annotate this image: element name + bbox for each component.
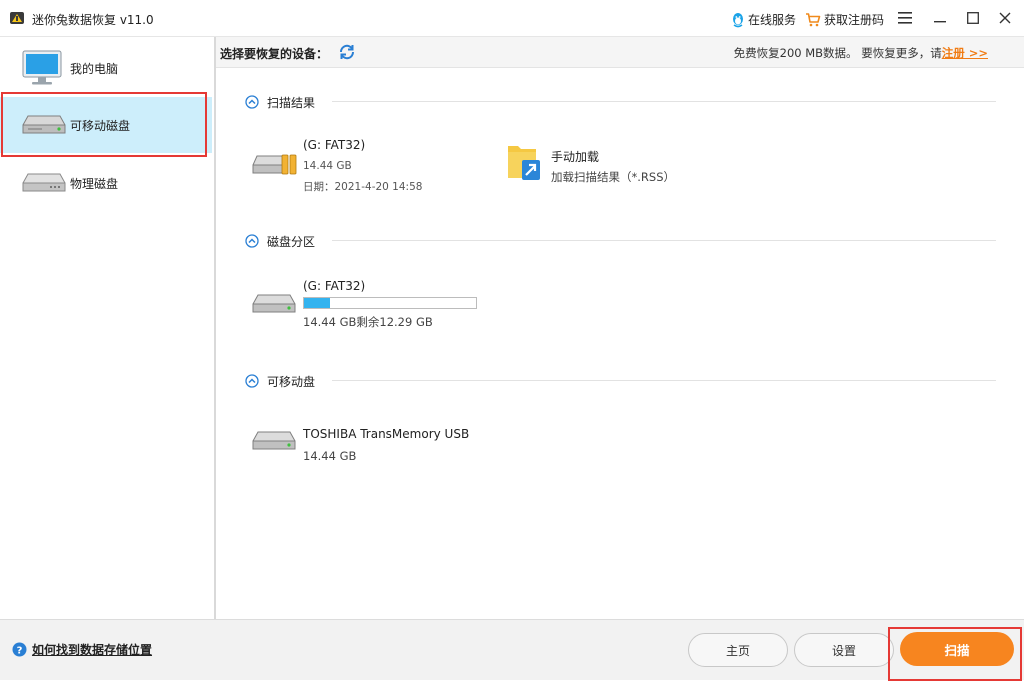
section-removable-header[interactable]: 可移动盘 bbox=[245, 373, 315, 389]
hamburger-icon bbox=[898, 12, 912, 24]
section-title: 扫描结果 bbox=[267, 95, 316, 110]
physical-disk-icon bbox=[22, 173, 66, 192]
manual-load-subtitle: 加载扫描结果（*.RSS） bbox=[551, 170, 675, 184]
svg-text:?: ? bbox=[17, 645, 23, 656]
help-link[interactable]: ? 如何找到数据存储位置 bbox=[12, 641, 152, 658]
title-bar: 迷你兔数据恢复 v11.0 在线服务 获取注册码 bbox=[0, 0, 1024, 37]
usb-device-size: 14.44 GB bbox=[303, 449, 357, 463]
online-service-link[interactable]: 在线服务 bbox=[731, 11, 796, 28]
app-logo-icon bbox=[10, 12, 24, 24]
settings-button[interactable]: 设置 bbox=[794, 633, 894, 667]
get-code-label: 获取注册码 bbox=[824, 13, 885, 27]
scan-result-name[interactable]: (G: FAT32) bbox=[303, 138, 365, 152]
manual-load-title[interactable]: 手动加载 bbox=[551, 148, 599, 165]
bottom-bar: ? 如何找到数据存储位置 主页 设置 扫描 bbox=[0, 619, 1024, 681]
maximize-button[interactable] bbox=[963, 8, 983, 28]
sidebar-item-label: 我的电脑 bbox=[70, 61, 119, 76]
register-link[interactable]: 注册 >> bbox=[942, 46, 988, 60]
partition-drive-icon[interactable] bbox=[252, 292, 296, 316]
get-code-link[interactable]: 获取注册码 bbox=[805, 11, 884, 28]
section-divider bbox=[332, 240, 996, 241]
device-toolbar: 选择要恢复的设备： 免费恢复200 MB数据。 要恢复更多，请注册 >> bbox=[216, 37, 1024, 68]
sidebar-item-label: 可移动磁盘 bbox=[70, 118, 131, 133]
sidebar: 我的电脑 可移动磁盘 物理磁盘 bbox=[0, 37, 216, 619]
promo-text: 免费恢复200 MB数据。 要恢复更多，请注册 >> bbox=[734, 45, 988, 61]
close-button[interactable] bbox=[995, 8, 1015, 28]
collapse-chevron-icon bbox=[245, 234, 259, 248]
help-question-icon: ? bbox=[12, 642, 27, 657]
scan-result-size: 14.44 GB bbox=[303, 160, 352, 172]
promo-message: 免费恢复200 MB数据。 要恢复更多，请 bbox=[733, 46, 942, 60]
minimize-button[interactable] bbox=[930, 8, 950, 28]
folder-arrow-icon[interactable] bbox=[506, 140, 542, 182]
sidebar-item-label: 物理磁盘 bbox=[70, 176, 119, 191]
section-title: 磁盘分区 bbox=[267, 234, 316, 249]
window-title: 迷你兔数据恢复 v11.0 bbox=[32, 13, 154, 27]
qq-penguin-icon bbox=[733, 12, 743, 27]
minimize-icon bbox=[934, 21, 946, 23]
removable-drive-icon bbox=[22, 115, 66, 134]
section-partitions-header[interactable]: 磁盘分区 bbox=[245, 233, 315, 249]
partition-usage-text: 14.44 GB剩余12.29 GB bbox=[303, 315, 433, 329]
device-select-label: 选择要恢复的设备： bbox=[220, 47, 329, 61]
section-divider bbox=[332, 380, 996, 381]
home-button[interactable]: 主页 bbox=[688, 633, 788, 667]
sidebar-item-physical-disk[interactable]: 物理磁盘 bbox=[0, 155, 212, 211]
help-link-label: 如何找到数据存储位置 bbox=[32, 643, 153, 657]
scan-result-drive-icon[interactable] bbox=[252, 153, 298, 177]
partition-usage-bar bbox=[303, 297, 477, 309]
monitor-icon bbox=[22, 50, 62, 85]
shopping-cart-icon bbox=[806, 12, 821, 26]
maximize-icon bbox=[967, 12, 979, 24]
collapse-chevron-icon bbox=[245, 95, 259, 109]
close-icon bbox=[999, 12, 1011, 24]
sidebar-item-my-computer[interactable]: 我的电脑 bbox=[0, 40, 212, 96]
menu-button[interactable] bbox=[895, 8, 915, 28]
section-scan-results-header[interactable]: 扫描结果 bbox=[245, 94, 315, 110]
online-service-label: 在线服务 bbox=[748, 13, 797, 27]
collapse-chevron-icon bbox=[245, 374, 259, 388]
usb-device-name[interactable]: TOSHIBA TransMemory USB bbox=[303, 427, 469, 441]
refresh-icon[interactable] bbox=[338, 43, 356, 61]
partition-usage-fill bbox=[304, 298, 330, 308]
sidebar-item-removable-disk[interactable]: 可移动磁盘 bbox=[0, 97, 212, 153]
section-divider bbox=[332, 101, 996, 102]
scan-result-date: 日期：2021-4-20 14:58 bbox=[303, 181, 423, 193]
partition-name[interactable]: (G: FAT32) bbox=[303, 279, 365, 293]
section-title: 可移动盘 bbox=[267, 374, 316, 389]
scan-button[interactable]: 扫描 bbox=[900, 632, 1014, 666]
usb-drive-icon[interactable] bbox=[252, 429, 296, 453]
